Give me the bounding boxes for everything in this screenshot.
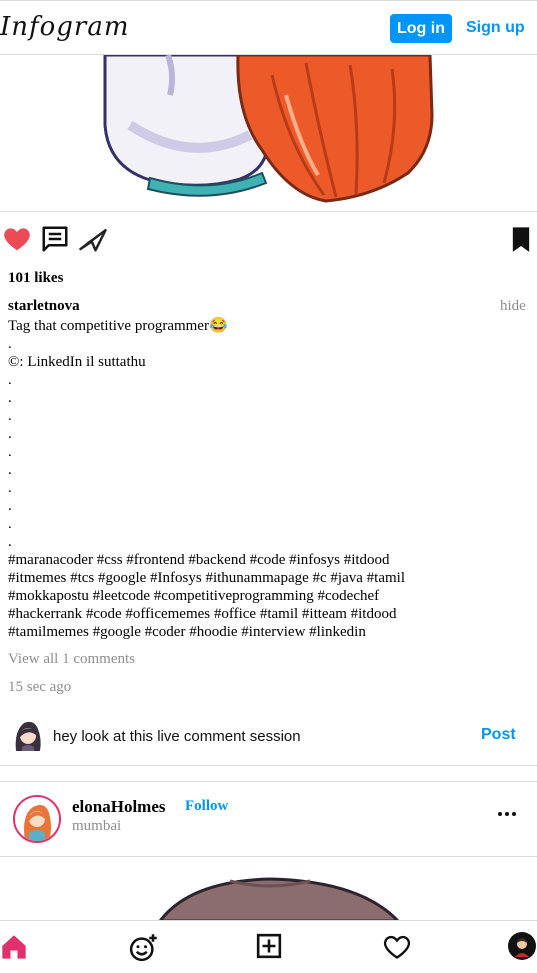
post-caption: Tag that competitive programmer😂 . ©: Li…: [8, 317, 528, 641]
home-icon[interactable]: [0, 933, 30, 963]
post-image: [0, 55, 537, 211]
post-timestamp: 15 sec ago: [8, 679, 72, 695]
caption-line: Tag that competitive programmer😂: [8, 318, 228, 334]
bottom-nav: [0, 920, 537, 973]
heart-outline-icon[interactable]: [383, 933, 413, 963]
post-image: [0, 857, 537, 921]
app-logo: Infogram: [0, 12, 130, 42]
caption-line: .: [8, 390, 12, 406]
post-illustration: [103, 55, 434, 203]
bookmark-icon[interactable]: [507, 224, 537, 256]
caption-hashtags: #hackerrank #code #officememes #office #…: [8, 606, 397, 622]
caption-hashtags: #itmemes #tcs #google #Infosys #ithunamm…: [8, 570, 405, 586]
caption-line: .: [8, 462, 12, 478]
follow-button[interactable]: Follow: [185, 798, 228, 815]
comment-icon[interactable]: [40, 224, 72, 256]
profile-avatar-icon[interactable]: [507, 931, 537, 961]
hide-caption-link[interactable]: hide: [500, 298, 526, 315]
comment-input[interactable]: [53, 724, 463, 748]
divider: [0, 765, 537, 766]
login-button[interactable]: Log in: [390, 14, 452, 43]
post-author[interactable]: starletnova: [8, 298, 80, 315]
caption-line: .: [8, 336, 12, 352]
emoji-add-icon[interactable]: [128, 933, 158, 963]
avatar[interactable]: [13, 795, 61, 843]
post-location[interactable]: mumbai: [72, 818, 121, 835]
caption-line: .: [8, 426, 12, 442]
like-count: 101 likes: [8, 270, 64, 286]
top-bar: Infogram Log in Sign up: [0, 0, 537, 55]
post-comment-button[interactable]: Post: [481, 726, 516, 744]
caption-line: .: [8, 534, 12, 550]
paper-plane-icon[interactable]: [78, 224, 110, 256]
post-actions: [0, 224, 537, 258]
caption-line: .: [8, 372, 12, 388]
caption-line: .: [8, 516, 12, 532]
divider: [0, 781, 537, 782]
caption-hashtags: #maranacoder #css #frontend #backend #co…: [8, 552, 390, 568]
caption-hashtags: #tamilmemes #google #coder #hoodie #inte…: [8, 624, 366, 640]
heart-filled-icon[interactable]: [2, 224, 34, 256]
avatar: [10, 717, 44, 751]
caption-line: .: [8, 444, 12, 460]
caption-line: ©: LinkedIn il suttathu: [8, 354, 146, 370]
view-comments-link[interactable]: View all 1 comments: [8, 651, 135, 668]
post-username[interactable]: elonaHolmes: [72, 797, 166, 817]
more-horizontal-icon[interactable]: [496, 803, 518, 825]
signup-link[interactable]: Sign up: [466, 19, 525, 37]
caption-line: .: [8, 480, 12, 496]
caption-hashtags: #mokkapostu #leetcode #competitiveprogra…: [8, 588, 380, 604]
divider: [0, 211, 537, 212]
add-square-icon[interactable]: [256, 933, 286, 963]
caption-line: .: [8, 408, 12, 424]
post-illustration: [158, 877, 401, 921]
caption-line: .: [8, 498, 12, 514]
